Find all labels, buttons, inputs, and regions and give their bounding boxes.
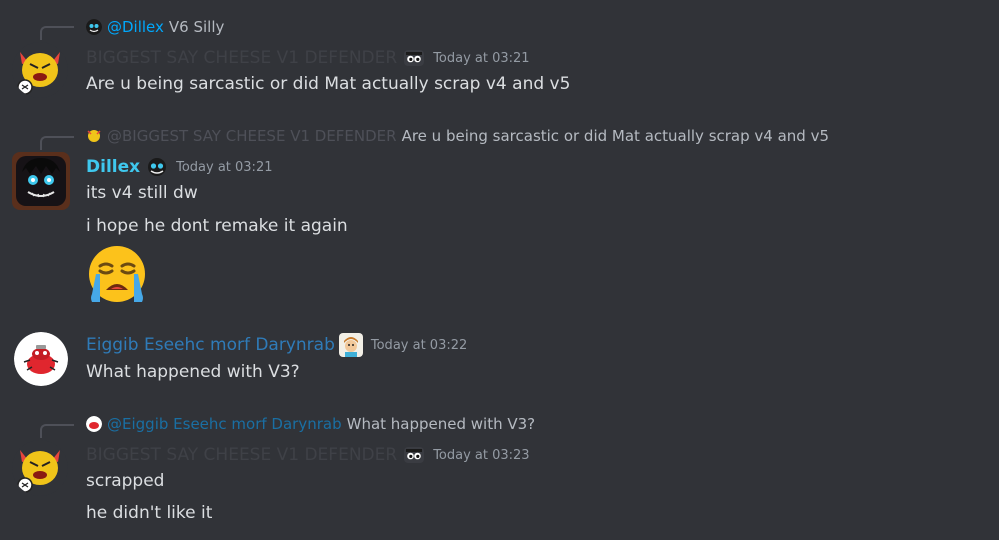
avatar[interactable] — [12, 42, 68, 98]
message-content: scrapped — [86, 471, 165, 491]
avatar[interactable] — [14, 332, 68, 386]
message-header: BIGGEST SAY CHEESE V1 DEFENDER Today at … — [86, 443, 530, 467]
reply-preview[interactable]: @Eiggib Eseehc morf Darynrab What happen… — [86, 414, 535, 434]
timestamp: Today at 03:21 — [433, 50, 530, 66]
reply-connector — [40, 424, 74, 438]
username[interactable]: Eiggib Eseehc morf Darynrab — [86, 335, 335, 355]
reply-connector — [40, 26, 74, 40]
message-content: its v4 still dw — [86, 183, 198, 203]
message-header: BIGGEST SAY CHEESE V1 DEFENDER Today at … — [86, 46, 530, 70]
reply-avatar-icon — [86, 19, 102, 35]
timestamp: Today at 03:22 — [370, 337, 468, 353]
role-icon — [403, 48, 425, 68]
reply-preview[interactable]: @BIGGEST SAY CHEESE V1 DEFENDER Are u be… — [86, 126, 829, 146]
reply-mention[interactable]: @BIGGEST SAY CHEESE V1 DEFENDER — [107, 127, 397, 145]
role-icon — [338, 333, 363, 357]
role-icon — [146, 157, 168, 177]
loudly-crying-emoji-icon[interactable] — [86, 244, 148, 306]
message-content: Are u being sarcastic or did Mat actuall… — [86, 74, 571, 94]
reply-text: V6 Silly — [168, 18, 225, 36]
avatar[interactable] — [12, 152, 70, 210]
timestamp: Today at 03:23 — [433, 447, 530, 463]
reply-mention[interactable]: @Eiggib Eseehc morf Darynrab — [107, 415, 342, 433]
reply-avatar-icon — [86, 128, 102, 144]
timestamp: Today at 03:21 — [176, 159, 273, 175]
chat-message-list: @Dillex V6 Silly BIGGEST SAY CHEESE V1 D… — [0, 0, 999, 540]
message-content: What happened with V3? — [86, 362, 300, 382]
username[interactable]: Dillex — [86, 157, 140, 177]
username[interactable]: BIGGEST SAY CHEESE V1 DEFENDER — [86, 445, 397, 465]
reply-preview[interactable]: @Dillex V6 Silly — [86, 17, 224, 37]
reply-text: What happened with V3? — [346, 415, 536, 433]
message-content: i hope he dont remake it again — [86, 216, 348, 236]
avatar[interactable] — [12, 440, 68, 496]
reply-connector — [40, 136, 74, 150]
message-content: he didn't like it — [86, 503, 213, 523]
reply-text: Are u being sarcastic or did Mat actuall… — [401, 127, 830, 145]
username[interactable]: BIGGEST SAY CHEESE V1 DEFENDER — [86, 48, 397, 68]
reply-mention[interactable]: @Dillex — [107, 18, 164, 36]
message-header: Eiggib Eseehc morf Darynrab Today at 03:… — [86, 333, 467, 357]
role-icon — [403, 445, 425, 465]
reply-avatar-icon — [86, 416, 102, 432]
message-header: Dillex Today at 03:21 — [86, 155, 272, 179]
